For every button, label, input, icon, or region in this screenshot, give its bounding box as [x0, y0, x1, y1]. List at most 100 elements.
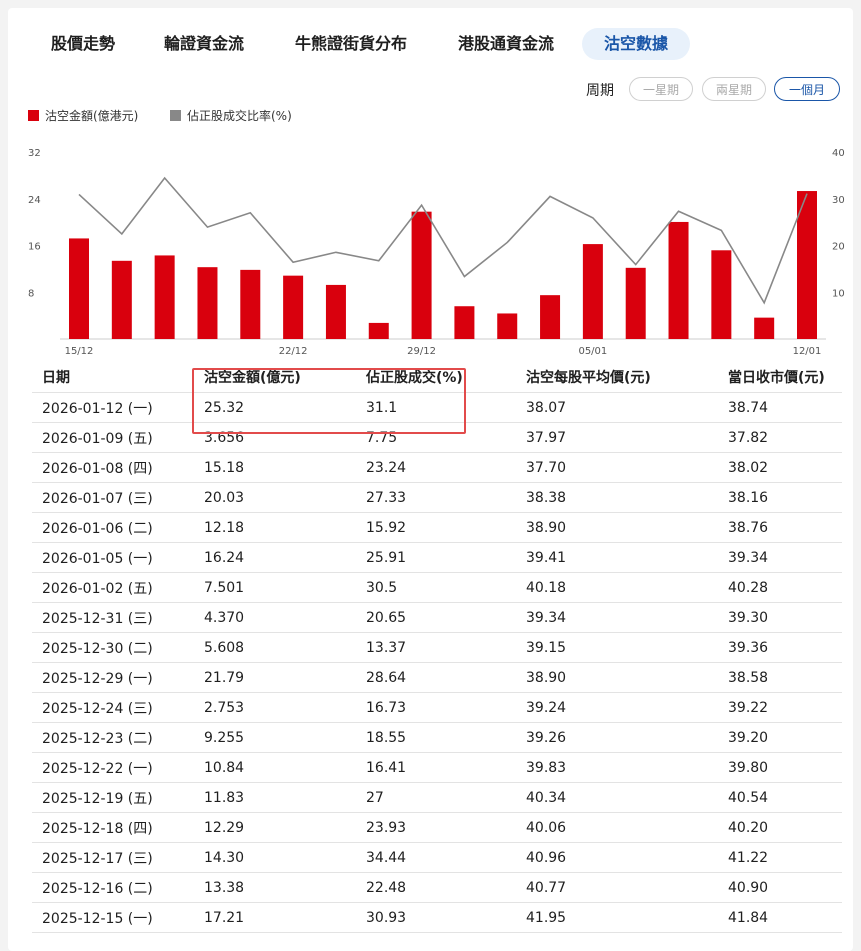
cell-avg-price: 40.18 [516, 572, 718, 603]
cell-date: 2025-12-16 (二) [32, 872, 194, 903]
cell-short-amount: 7.501 [194, 572, 356, 603]
chart-bar [668, 221, 689, 339]
cell-date: 2026-01-08 (四) [32, 452, 194, 483]
chart-bar [240, 269, 261, 339]
table-row: 2026-01-02 (五) 7.501 30.5 40.18 40.28 [32, 572, 842, 603]
cell-date: 2025-12-18 (四) [32, 812, 194, 843]
cell-short-amount: 13.38 [194, 872, 356, 903]
x-tick-label: 22/12 [279, 346, 308, 357]
cell-avg-price: 39.15 [516, 632, 718, 663]
cell-avg-price: 39.34 [516, 602, 718, 633]
cell-short-amount: 3.656 [194, 422, 356, 453]
cell-avg-price: 39.41 [516, 542, 718, 573]
chart-bar [325, 284, 346, 339]
chart-bar [411, 211, 432, 339]
cell-short-amount: 10.84 [194, 752, 356, 783]
chart-bar [582, 244, 603, 339]
cell-date: 2025-12-23 (二) [32, 722, 194, 753]
cell-avg-price: 37.97 [516, 422, 718, 453]
period-two-weeks-button[interactable]: 兩星期 [702, 77, 766, 101]
tab-bar: 股價走勢 輪證資金流 牛熊證街貨分布 港股通資金流 沽空數據 [8, 28, 853, 60]
x-tick-label: 15/12 [65, 346, 94, 357]
cell-turnover-ratio: 27 [356, 782, 516, 813]
x-tick-label: 29/12 [407, 346, 436, 357]
table-row: 2025-12-18 (四) 12.29 23.93 40.06 40.20 [32, 812, 842, 843]
chart-bar [69, 238, 89, 339]
cell-date: 2025-12-29 (一) [32, 662, 194, 693]
cell-close-price: 40.28 [718, 572, 842, 603]
cell-short-amount: 11.83 [194, 782, 356, 813]
cell-turnover-ratio: 16.73 [356, 692, 516, 723]
cell-close-price: 39.30 [718, 602, 842, 633]
tab-short-selling[interactable]: 沽空數據 [582, 28, 690, 60]
cell-turnover-ratio: 25.91 [356, 542, 516, 573]
y-right-tick-label: 30 [832, 195, 845, 206]
cell-turnover-ratio: 23.93 [356, 812, 516, 843]
col-close-price-header: 當日收市價(元) [718, 362, 842, 393]
cell-turnover-ratio: 15.92 [356, 512, 516, 543]
y-left-tick-label: 24 [28, 195, 41, 206]
cell-avg-price: 40.96 [516, 842, 718, 873]
cell-date: 2026-01-12 (一) [32, 392, 194, 423]
tab-connect-fund-flow[interactable]: 港股通資金流 [454, 28, 558, 60]
cell-avg-price: 37.70 [516, 452, 718, 483]
cell-short-amount: 4.370 [194, 602, 356, 633]
cell-close-price: 39.80 [718, 752, 842, 783]
table-row: 2025-12-22 (一) 10.84 16.41 39.83 39.80 [32, 752, 842, 783]
cell-date: 2025-12-31 (三) [32, 602, 194, 633]
cell-close-price: 40.90 [718, 872, 842, 903]
short-selling-chart: 8 16 24 32 10 20 30 40 15/12 22/12 29/12 05/01 12/01 [28, 148, 845, 357]
cell-short-amount: 17.21 [194, 902, 356, 933]
cell-date: 2025-12-24 (三) [32, 692, 194, 723]
chart-bar [625, 267, 646, 339]
table-row: 2025-12-23 (二) 9.255 18.55 39.26 39.20 [32, 722, 842, 753]
y-left-tick-label: 8 [28, 288, 34, 299]
legend-item-short-amount: 沽空金額(億港元) [28, 107, 138, 124]
chart-bar [154, 255, 175, 339]
chart-bar [197, 267, 218, 339]
table-row: 2026-01-05 (一) 16.24 25.91 39.41 39.34 [32, 542, 842, 573]
tab-stock-trend[interactable]: 股價走勢 [48, 28, 118, 60]
legend-swatch-line [170, 110, 181, 121]
table-row: 2025-12-31 (三) 4.370 20.65 39.34 39.30 [32, 602, 842, 633]
chart-bar [454, 306, 475, 339]
legend-label-turnover-ratio: 佔正股成交比率(%) [187, 109, 292, 123]
col-turnover-ratio-header: 佔正股成交(%) [356, 362, 516, 393]
cell-turnover-ratio: 20.65 [356, 602, 516, 633]
col-short-amount-header: 沽空金額(億元) [194, 362, 356, 393]
cell-turnover-ratio: 18.55 [356, 722, 516, 753]
table-row: 2026-01-08 (四) 15.18 23.24 37.70 38.02 [32, 452, 842, 483]
cell-date: 2025-12-15 (一) [32, 902, 194, 933]
cell-turnover-ratio: 27.33 [356, 482, 516, 513]
cell-turnover-ratio: 31.1 [356, 392, 516, 423]
table-row: 2025-12-29 (一) 21.79 28.64 38.90 38.58 [32, 662, 842, 693]
legend-swatch-bar [28, 110, 39, 121]
table-row: 2025-12-17 (三) 14.30 34.44 40.96 41.22 [32, 842, 842, 873]
cell-close-price: 37.82 [718, 422, 842, 453]
cell-avg-price: 38.90 [516, 512, 718, 543]
chart-bar [497, 313, 518, 339]
cell-close-price: 38.58 [718, 662, 842, 693]
short-selling-panel: 股價走勢 輪證資金流 牛熊證街貨分布 港股通資金流 沽空數據 周期 一星期 兩星… [8, 8, 853, 951]
cell-date: 2026-01-09 (五) [32, 422, 194, 453]
cell-avg-price: 40.06 [516, 812, 718, 843]
period-one-month-button[interactable]: 一個月 [774, 77, 840, 101]
cell-turnover-ratio: 23.24 [356, 452, 516, 483]
table-row: 2026-01-12 (一) 25.32 31.1 38.07 38.74 [32, 392, 842, 423]
table-row: 2025-12-30 (二) 5.608 13.37 39.15 39.36 [32, 632, 842, 663]
period-one-week-button[interactable]: 一星期 [629, 77, 693, 101]
cell-close-price: 38.02 [718, 452, 842, 483]
cell-date: 2025-12-19 (五) [32, 782, 194, 813]
chart-bar [368, 322, 389, 339]
tab-cbbc-distribution[interactable]: 牛熊證街貨分布 [290, 28, 412, 60]
col-avg-price-header: 沽空每股平均價(元) [516, 362, 718, 393]
y-right-tick-label: 40 [832, 148, 845, 159]
cell-avg-price: 40.34 [516, 782, 718, 813]
cell-close-price: 40.20 [718, 812, 842, 843]
table-body: 2026-01-12 (一) 25.32 31.1 38.07 38.74 2026-01… [32, 392, 842, 933]
tab-warrant-fund-flow[interactable]: 輪證資金流 [160, 28, 248, 60]
cell-close-price: 39.34 [718, 542, 842, 573]
cell-turnover-ratio: 28.64 [356, 662, 516, 693]
x-tick-label: 05/01 [578, 346, 607, 357]
chart-bar [111, 260, 132, 339]
